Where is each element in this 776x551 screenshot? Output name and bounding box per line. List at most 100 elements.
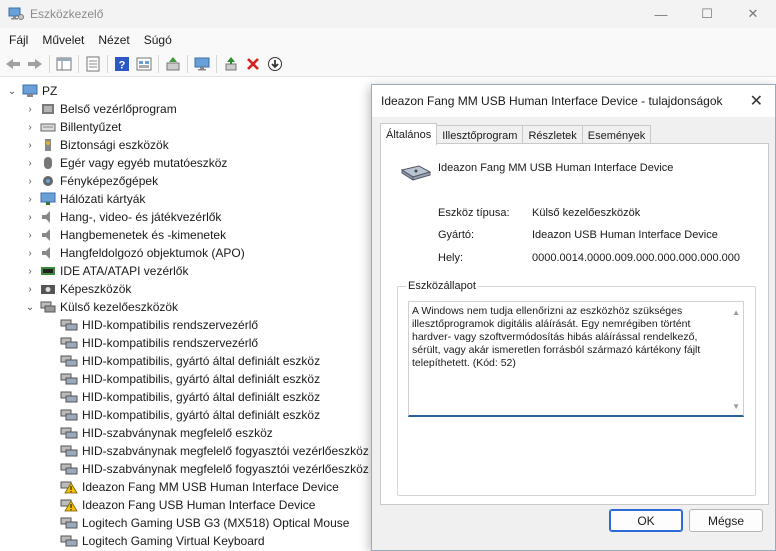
tree-root[interactable]: ⌄ PZ — [6, 82, 58, 100]
tree-category-label: Képeszközök — [60, 282, 132, 296]
tree-device-label: HID-szabványnak megfelelő fogyasztói vez… — [82, 444, 369, 458]
menu-action[interactable]: Művelet — [35, 33, 91, 47]
hid-icon — [40, 300, 56, 314]
chevron-right-icon[interactable]: › — [24, 158, 36, 169]
tree-device-item[interactable]: HID-szabványnak megfelelő eszköz — [60, 424, 273, 442]
chevron-down-icon[interactable]: ⌄ — [6, 86, 18, 97]
properties-icon[interactable] — [82, 53, 104, 75]
chevron-right-icon[interactable]: › — [24, 230, 36, 241]
show-hide-tree-icon[interactable] — [53, 53, 75, 75]
chevron-right-icon[interactable]: › — [24, 266, 36, 277]
tree-category[interactable]: › Hálózati kártyák — [24, 190, 145, 208]
tree-category[interactable]: › Billentyűzet — [24, 118, 121, 136]
window-title: Eszközkezelő — [30, 7, 104, 21]
mouse-icon — [40, 156, 56, 170]
tree-category-label: Külső kezelőeszközök — [60, 300, 179, 314]
dialog-tabs: Általános Illesztőprogram Részletek Esem… — [380, 123, 652, 145]
tree-device-item[interactable]: HID-kompatibilis rendszervezérlő — [60, 334, 258, 352]
tree-category[interactable]: › Belső vezérlőprogram — [24, 100, 177, 118]
monitor-icon[interactable] — [191, 53, 213, 75]
menu-file[interactable]: Fájl — [2, 33, 35, 47]
ide-icon — [40, 264, 56, 278]
minimize-button[interactable]: — — [638, 0, 684, 28]
chevron-right-icon[interactable]: › — [24, 284, 36, 295]
tree-device-item[interactable]: HID-szabványnak megfelelő fogyasztói vez… — [60, 460, 369, 478]
menu-view[interactable]: Nézet — [91, 33, 136, 47]
tree-category[interactable]: › Biztonsági eszközök — [24, 136, 169, 154]
scroll-up-icon[interactable]: ▲ — [732, 308, 740, 317]
tree-device-label: HID-kompatibilis, gyártó által definiált… — [82, 390, 321, 404]
tree-category-label: Biztonsági eszközök — [60, 138, 169, 152]
chevron-down-icon[interactable]: ⌄ — [24, 302, 36, 313]
tree-category-label: IDE ATA/ATAPI vezérlők — [60, 264, 189, 278]
tree-category-label: Hálózati kártyák — [60, 192, 146, 206]
hid-device-icon — [60, 372, 78, 386]
tree-device-item[interactable]: Ideazon Fang MM USB Human Interface Devi… — [60, 478, 339, 496]
chevron-right-icon[interactable]: › — [24, 104, 36, 115]
tree-category[interactable]: › Hangfeldolgozó objektumok (APO) — [24, 244, 245, 262]
tree-device-item[interactable]: HID-kompatibilis, gyártó által definiált… — [60, 388, 320, 406]
tree-device-item[interactable]: HID-kompatibilis, gyártó által definiált… — [60, 352, 320, 370]
tree-device-label: Logitech Gaming Virtual Keyboard — [82, 534, 265, 548]
tree-device-label: HID-kompatibilis, gyártó által definiált… — [82, 354, 321, 368]
chevron-right-icon[interactable]: › — [24, 176, 36, 187]
chevron-right-icon[interactable]: › — [24, 194, 36, 205]
tree-device-item[interactable]: HID-kompatibilis, gyártó által definiált… — [60, 370, 320, 388]
chevron-right-icon[interactable]: › — [24, 248, 36, 259]
tab-details[interactable]: Részletek — [522, 125, 583, 145]
tree-category[interactable]: › Hangbemenetek és -kimenetek — [24, 226, 226, 244]
manufacturer-label: Gyártó: — [438, 229, 475, 241]
ok-button[interactable]: OK — [609, 509, 683, 532]
device-status-textbox[interactable]: A Windows nem tudja ellenőrizni az eszkö… — [408, 301, 744, 417]
tree-device-item[interactable]: Ideazon Fang USB Human Interface Device — [60, 496, 315, 514]
tree-category[interactable]: ⌄ Külső kezelőeszközök — [24, 298, 178, 316]
tree-category-label: Hangfeldolgozó objektumok (APO) — [60, 246, 245, 260]
uninstall-icon[interactable] — [242, 53, 264, 75]
network-icon — [40, 192, 56, 206]
enable-device-icon[interactable] — [220, 53, 242, 75]
close-button[interactable]: ✕ — [730, 0, 776, 28]
tree-device-item[interactable]: Logitech Gaming USB G3 (MX518) Optical M… — [60, 514, 349, 532]
tree-device-label: HID-kompatibilis, gyártó által definiált… — [82, 372, 321, 386]
chevron-right-icon[interactable]: › — [24, 122, 36, 133]
dialog-close-button[interactable]: ✕ — [750, 91, 763, 111]
tree-device-item[interactable]: HID-kompatibilis, gyártó által definiált… — [60, 406, 320, 424]
hid-device-icon — [60, 318, 78, 332]
help-icon[interactable]: ? — [111, 53, 133, 75]
update-driver-icon[interactable] — [162, 53, 184, 75]
warning-device-icon — [60, 480, 78, 494]
chevron-right-icon[interactable]: › — [24, 140, 36, 151]
maximize-button[interactable]: ☐ — [684, 0, 730, 28]
tree-device-item[interactable]: Logitech Gaming Virtual Keyboard — [60, 532, 265, 550]
view-icon[interactable] — [133, 53, 155, 75]
tree-category[interactable]: › Hang-, video- és játékvezérlők — [24, 208, 221, 226]
tree-device-item[interactable]: HID-kompatibilis rendszervezérlő — [60, 316, 258, 334]
tree-device-label: HID-szabványnak megfelelő eszköz — [82, 426, 273, 440]
tab-driver[interactable]: Illesztőprogram — [436, 125, 524, 145]
tab-events[interactable]: Események — [581, 125, 652, 145]
tree-category-label: Belső vezérlőprogram — [60, 102, 177, 116]
tree-category-label: Billentyűzet — [60, 120, 122, 134]
tree-category[interactable]: › Képeszközök — [24, 280, 131, 298]
hid-device-icon — [60, 354, 78, 368]
camera-icon — [40, 174, 56, 188]
chevron-right-icon[interactable]: › — [24, 212, 36, 223]
hid-device-icon — [60, 462, 78, 476]
forward-icon[interactable] — [24, 53, 46, 75]
download-icon[interactable] — [264, 53, 286, 75]
dialog-title-bar: Ideazon Fang MM USB Human Interface Devi… — [372, 85, 775, 117]
tree-category[interactable]: › IDE ATA/ATAPI vezérlők — [24, 262, 188, 280]
back-icon[interactable] — [2, 53, 24, 75]
tree-root-label: PZ — [42, 84, 58, 98]
tree-device-label: HID-kompatibilis rendszervezérlő — [82, 318, 259, 332]
tree-category[interactable]: › Egér vagy egyéb mutatóeszköz — [24, 154, 227, 172]
menu-help[interactable]: Súgó — [137, 33, 179, 47]
hid-device-icon — [60, 534, 78, 548]
cancel-button[interactable]: Mégse — [689, 509, 763, 532]
tree-device-label: Logitech Gaming USB G3 (MX518) Optical M… — [82, 516, 350, 530]
tab-general[interactable]: Általános — [380, 123, 438, 145]
tree-device-label: Ideazon Fang USB Human Interface Device — [82, 498, 316, 512]
tree-device-item[interactable]: HID-szabványnak megfelelő fogyasztói vez… — [60, 442, 369, 460]
scroll-down-icon[interactable]: ▼ — [732, 402, 740, 411]
tree-category[interactable]: › Fényképezőgépek — [24, 172, 158, 190]
